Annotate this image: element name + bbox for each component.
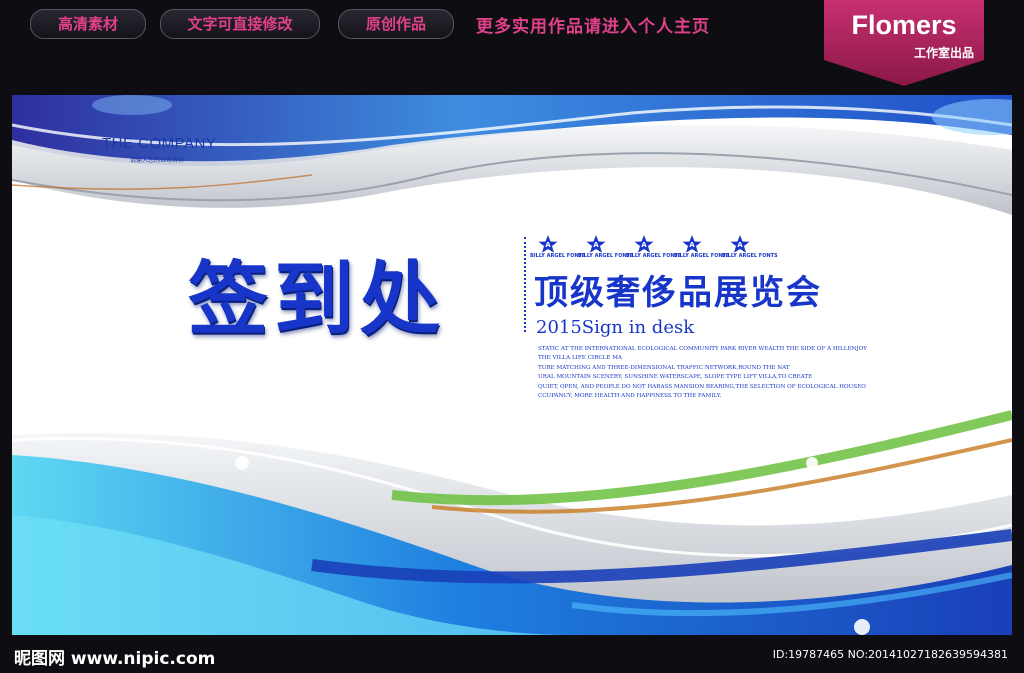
description-line: CCUPANCY, MORE HEALTH AND HAPPINESS TO T… [538, 393, 722, 400]
title-divider [524, 237, 526, 332]
star-icon: A [538, 235, 558, 253]
hd-material-pill[interactable]: 高清素材 [30, 9, 146, 39]
sign-in-desk-line: 2015Sign in desk [536, 317, 695, 338]
homepage-link[interactable]: 更多实用作品请进入个人主页 [476, 12, 710, 37]
brand-badge: Flomers 工作室出品 [824, 0, 984, 86]
brand-subtitle: 工作室出品 [913, 46, 974, 60]
star-icon: A [730, 235, 750, 253]
exhibition-title: 顶级奢侈品展览会 [534, 273, 822, 313]
nipic-watermark[interactable]: 昵图网 www.nipic.com [14, 644, 215, 669]
star-caption: BILLY ARGEL FONTS [722, 253, 778, 259]
star-letter: A [689, 241, 695, 249]
check-in-title: 签到处 [188, 252, 446, 346]
star-letter: A [641, 241, 647, 249]
description-line: QUIET, OPEN, AND PEOPLE DO NOT HARASS MA… [538, 383, 866, 390]
star-icon: A [586, 235, 606, 253]
image-id-text: ID:19787465 NO:20141027182639594381 [772, 648, 1008, 661]
star-letter: A [593, 241, 599, 249]
original-work-pill[interactable]: 原创作品 [338, 9, 454, 39]
description-line: TURE MATCHING AND THREE-DIMENSIONAL TRAF… [538, 364, 790, 371]
description-line: URAL MOUNTAIN SCENERY, SUNSHINE WATERSCA… [538, 374, 813, 381]
description-text: STATIC AT THE INTERNATIONAL ECOLOGICAL C… [538, 345, 898, 401]
star-rating-row: A A A A A BILLY ARGEL FONTS BILLY ARGEL … [530, 235, 778, 259]
company-name-placeholder: 请输入您的公司名称 [130, 157, 185, 164]
star-letter: A [737, 241, 743, 249]
poster-canvas: THE COMPANY 请输入您的公司名称 签到处 A A A A A BILL… [12, 95, 1012, 635]
star-icon: A [682, 235, 702, 253]
star-letter: A [545, 241, 551, 249]
editable-text-pill[interactable]: 文字可直接修改 [160, 9, 320, 39]
description-line: THE VILLA LIFE CIRCLE MA [538, 355, 622, 362]
brand-name: Flomers [851, 10, 957, 40]
star-icon: A [634, 235, 654, 253]
description-line: STATIC AT THE INTERNATIONAL ECOLOGICAL C… [538, 346, 867, 352]
company-name: THE COMPANY [102, 135, 217, 152]
